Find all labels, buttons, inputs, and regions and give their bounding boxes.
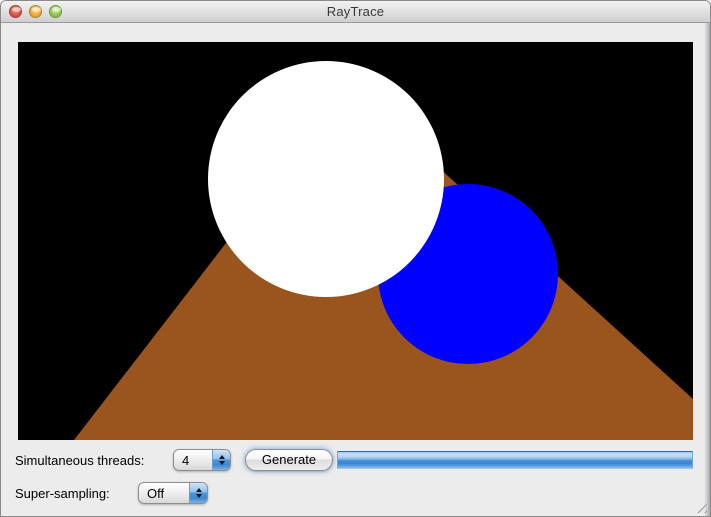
title-bar[interactable]: RayTrace bbox=[1, 1, 710, 23]
arrow-up-icon[interactable] bbox=[219, 455, 225, 459]
arrow-down-icon[interactable] bbox=[196, 494, 202, 498]
render-scene bbox=[18, 42, 693, 440]
window-right-edge bbox=[704, 23, 710, 516]
window-title: RayTrace bbox=[1, 4, 710, 19]
arrow-down-icon[interactable] bbox=[219, 461, 225, 465]
threads-label: Simultaneous threads: bbox=[15, 453, 144, 468]
raytrace-render-canvas bbox=[18, 42, 693, 440]
arrow-up-icon[interactable] bbox=[196, 488, 202, 492]
white-sphere bbox=[208, 61, 444, 297]
stepper-arrows-icon[interactable] bbox=[212, 450, 230, 470]
supersampling-dropdown[interactable]: Off bbox=[138, 482, 208, 504]
supersampling-label: Super-sampling: bbox=[15, 486, 110, 501]
progress-bar-fill bbox=[338, 452, 692, 468]
dropdown-arrows-icon[interactable] bbox=[189, 483, 207, 503]
supersampling-value: Off bbox=[139, 486, 189, 501]
app-window: RayTrace Simultaneous threads: 4 Generat… bbox=[0, 0, 711, 517]
threads-value: 4 bbox=[174, 453, 212, 468]
progress-bar bbox=[337, 451, 693, 469]
generate-button[interactable]: Generate bbox=[245, 449, 333, 471]
resize-grip-icon[interactable] bbox=[693, 499, 707, 513]
threads-stepper[interactable]: 4 bbox=[173, 449, 231, 471]
